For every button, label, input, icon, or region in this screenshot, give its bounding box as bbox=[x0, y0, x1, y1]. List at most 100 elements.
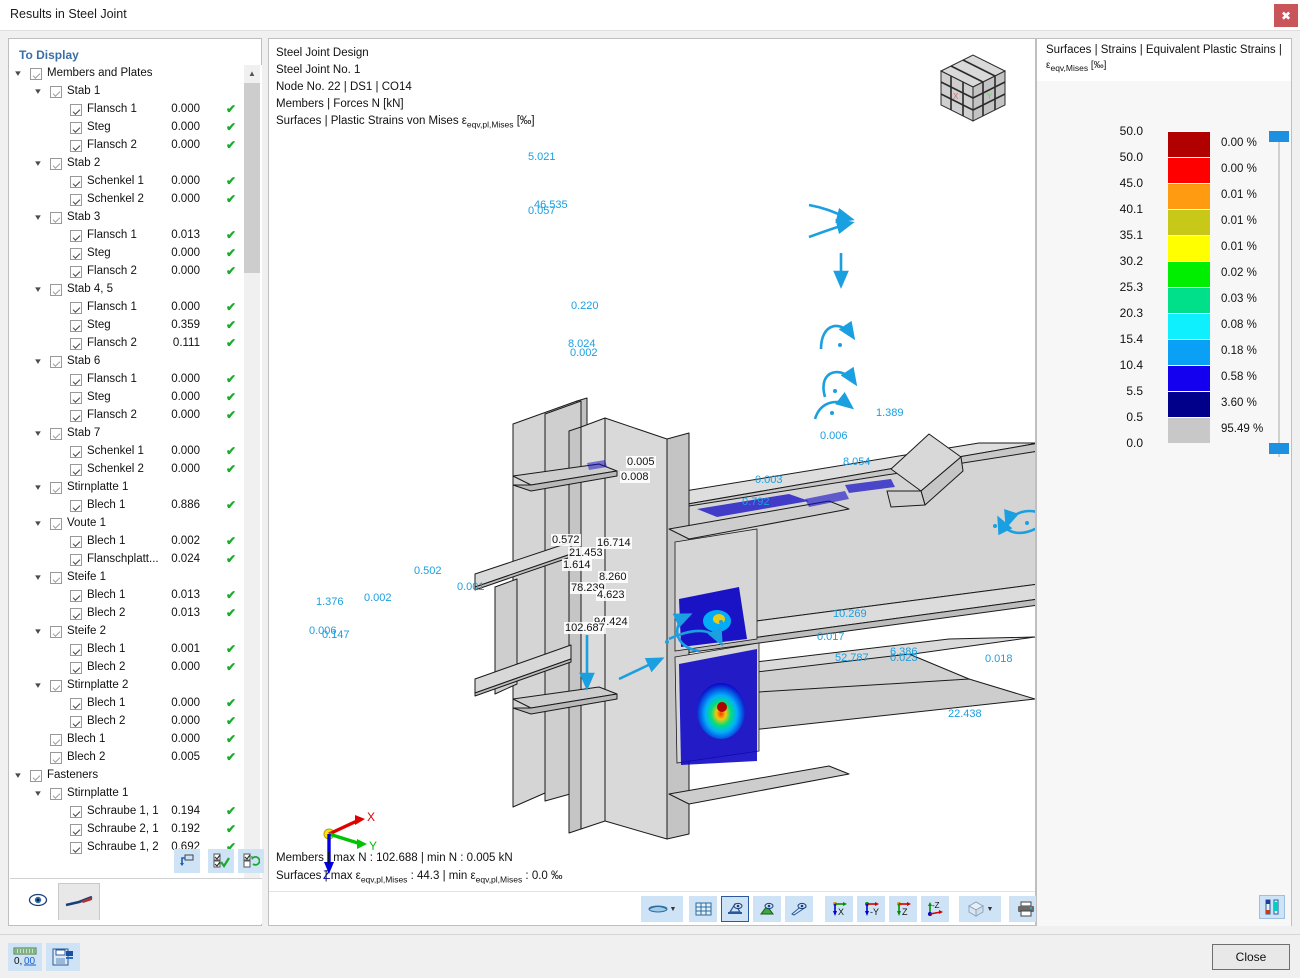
tree-row[interactable]: ▾ Steife 1 bbox=[10, 569, 262, 587]
tree-row[interactable]: Blech 1 0.886 ✔ bbox=[10, 497, 262, 515]
tree-row[interactable]: ▾ Stab 4, 5 bbox=[10, 281, 262, 299]
tree-row[interactable]: Flansch 2 0.000 ✔ bbox=[10, 263, 262, 281]
tree-checkbox[interactable] bbox=[50, 482, 62, 494]
invert-selection-button[interactable] bbox=[238, 849, 264, 873]
tree-checkbox[interactable] bbox=[50, 86, 62, 98]
visibility-tab[interactable] bbox=[26, 889, 50, 911]
tree-row[interactable]: Steg 0.000 ✔ bbox=[10, 119, 262, 137]
chevron-down-icon[interactable]: ▾ bbox=[31, 680, 46, 691]
tree-checkbox[interactable] bbox=[70, 176, 82, 188]
tree-checkbox[interactable] bbox=[70, 338, 82, 350]
chevron-down-icon[interactable]: ▾ bbox=[31, 518, 46, 529]
tree-checkbox[interactable] bbox=[70, 590, 82, 602]
chevron-down-icon[interactable]: ▾ bbox=[31, 158, 46, 169]
tree-checkbox[interactable] bbox=[70, 122, 82, 134]
tree-checkbox[interactable] bbox=[50, 518, 62, 530]
tree-row[interactable]: ▾ Steife 2 bbox=[10, 623, 262, 641]
decimal-places-button[interactable]: 0, 00 bbox=[8, 943, 42, 971]
tree-checkbox[interactable] bbox=[50, 212, 62, 224]
tree-row[interactable]: Flansch 1 0.000 ✔ bbox=[10, 371, 262, 389]
tree-checkbox[interactable] bbox=[70, 302, 82, 314]
tree-checkbox[interactable] bbox=[50, 752, 62, 764]
view-in-y-button[interactable]: -Y bbox=[857, 896, 885, 922]
tree-checkbox[interactable] bbox=[70, 806, 82, 818]
tree-checkbox[interactable] bbox=[70, 536, 82, 548]
chevron-down-icon[interactable]: ▾ bbox=[31, 482, 46, 493]
model-viewport[interactable]: 5.021 46.535 0.057 0.220 8.024 0.002 1.389 0.00… bbox=[268, 38, 1099, 926]
select-all-button[interactable] bbox=[208, 849, 234, 873]
loads-visibility-button[interactable] bbox=[753, 896, 781, 922]
tree-row[interactable]: ▾ Stirnplatte 1 bbox=[10, 479, 262, 497]
tree-row[interactable]: Blech 1 0.013 ✔ bbox=[10, 587, 262, 605]
close-button[interactable]: Close bbox=[1212, 944, 1290, 970]
tree-row[interactable]: ▾ Stirnplatte 2 bbox=[10, 677, 262, 695]
view-presets-button[interactable]: ▼ bbox=[959, 896, 1001, 922]
reset-view-button[interactable] bbox=[174, 849, 200, 873]
tree-row[interactable]: ▾ Voute 1 bbox=[10, 515, 262, 533]
tree-row[interactable]: Steg 0.000 ✔ bbox=[10, 245, 262, 263]
tree-row[interactable]: Schenkel 1 0.000 ✔ bbox=[10, 443, 262, 461]
tree-row[interactable]: ▾ Members and Plates bbox=[10, 65, 262, 83]
tree-row[interactable]: ▾ Stab 6 bbox=[10, 353, 262, 371]
tree-checkbox[interactable] bbox=[50, 734, 62, 746]
tree-checkbox[interactable] bbox=[70, 104, 82, 116]
tree-row[interactable]: Steg 0.359 ✔ bbox=[10, 317, 262, 335]
tree-checkbox[interactable] bbox=[50, 572, 62, 584]
tree-checkbox[interactable] bbox=[50, 428, 62, 440]
tree-row[interactable]: Blech 1 0.002 ✔ bbox=[10, 533, 262, 551]
tree-checkbox[interactable] bbox=[70, 716, 82, 728]
tree-checkbox[interactable] bbox=[50, 788, 62, 800]
tree-checkbox[interactable] bbox=[50, 356, 62, 368]
legend-slider-thumb-bottom[interactable] bbox=[1269, 443, 1289, 454]
tree-checkbox[interactable] bbox=[70, 446, 82, 458]
tree-row[interactable]: Blech 2 0.000 ✔ bbox=[10, 713, 262, 731]
tree-row[interactable]: Blech 1 0.001 ✔ bbox=[10, 641, 262, 659]
tree-row[interactable]: ▾ Stab 7 bbox=[10, 425, 262, 443]
tree-checkbox[interactable] bbox=[70, 554, 82, 566]
tree-scrollbar[interactable]: ▲ ▼ bbox=[244, 65, 260, 878]
tree-checkbox[interactable] bbox=[70, 392, 82, 404]
tree-row[interactable]: ▾ Stab 3 bbox=[10, 209, 262, 227]
chevron-down-icon[interactable]: ▾ bbox=[31, 86, 46, 97]
tree-row[interactable]: Blech 1 0.000 ✔ bbox=[10, 695, 262, 713]
chevron-down-icon[interactable]: ▾ bbox=[31, 284, 46, 295]
grid-button[interactable] bbox=[689, 896, 717, 922]
tree-row[interactable]: Flansch 2 0.000 ✔ bbox=[10, 407, 262, 425]
render-mode-button[interactable]: ▼ bbox=[641, 896, 683, 922]
tree-row[interactable]: Flansch 2 0.000 ✔ bbox=[10, 137, 262, 155]
tree-row[interactable]: ▾ Stab 2 bbox=[10, 155, 262, 173]
tree-row[interactable]: Schraube 1, 1 0.194 ✔ bbox=[10, 803, 262, 821]
chevron-down-icon[interactable]: ▾ bbox=[31, 572, 46, 583]
tree-checkbox[interactable] bbox=[70, 374, 82, 386]
tree-checkbox[interactable] bbox=[70, 824, 82, 836]
tree-checkbox[interactable] bbox=[70, 248, 82, 260]
tree-checkbox[interactable] bbox=[70, 662, 82, 674]
tree-checkbox[interactable] bbox=[50, 680, 62, 692]
scroll-up-icon[interactable]: ▲ bbox=[244, 65, 260, 82]
tree-row[interactable]: Flansch 1 0.000 ✔ bbox=[10, 299, 262, 317]
dimensions-visibility-button[interactable] bbox=[785, 896, 813, 922]
tree-row[interactable]: Flanschplatt... 0.024 ✔ bbox=[10, 551, 262, 569]
view-in-z-button[interactable]: Z bbox=[889, 896, 917, 922]
tree-row[interactable]: ▾ Fasteners bbox=[10, 767, 262, 785]
chevron-down-icon[interactable]: ▾ bbox=[31, 356, 46, 367]
tree-row[interactable]: Schenkel 2 0.000 ✔ bbox=[10, 461, 262, 479]
results-tab[interactable] bbox=[58, 883, 100, 920]
tree-checkbox[interactable] bbox=[50, 284, 62, 296]
tree-row[interactable]: Schenkel 1 0.000 ✔ bbox=[10, 173, 262, 191]
tree-checkbox[interactable] bbox=[70, 644, 82, 656]
isometric-view-button[interactable]: -Z bbox=[921, 896, 949, 922]
chevron-down-icon[interactable]: ▾ bbox=[31, 212, 46, 223]
view-orientation-cube[interactable]: X Y bbox=[929, 49, 1017, 129]
view-in-x-button[interactable]: X bbox=[825, 896, 853, 922]
tree-checkbox[interactable] bbox=[70, 266, 82, 278]
tree-row[interactable]: Blech 2 0.005 ✔ bbox=[10, 749, 262, 767]
close-icon[interactable]: ✖ bbox=[1274, 4, 1298, 27]
tree-checkbox[interactable] bbox=[70, 230, 82, 242]
legend-settings-button[interactable] bbox=[1259, 895, 1285, 919]
tree-checkbox[interactable] bbox=[50, 158, 62, 170]
tree-row[interactable]: Flansch 1 0.000 ✔ bbox=[10, 101, 262, 119]
tree-checkbox[interactable] bbox=[30, 770, 42, 782]
tree-row[interactable]: ▾ Stirnplatte 1 bbox=[10, 785, 262, 803]
tree-row[interactable]: ▾ Stab 1 bbox=[10, 83, 262, 101]
